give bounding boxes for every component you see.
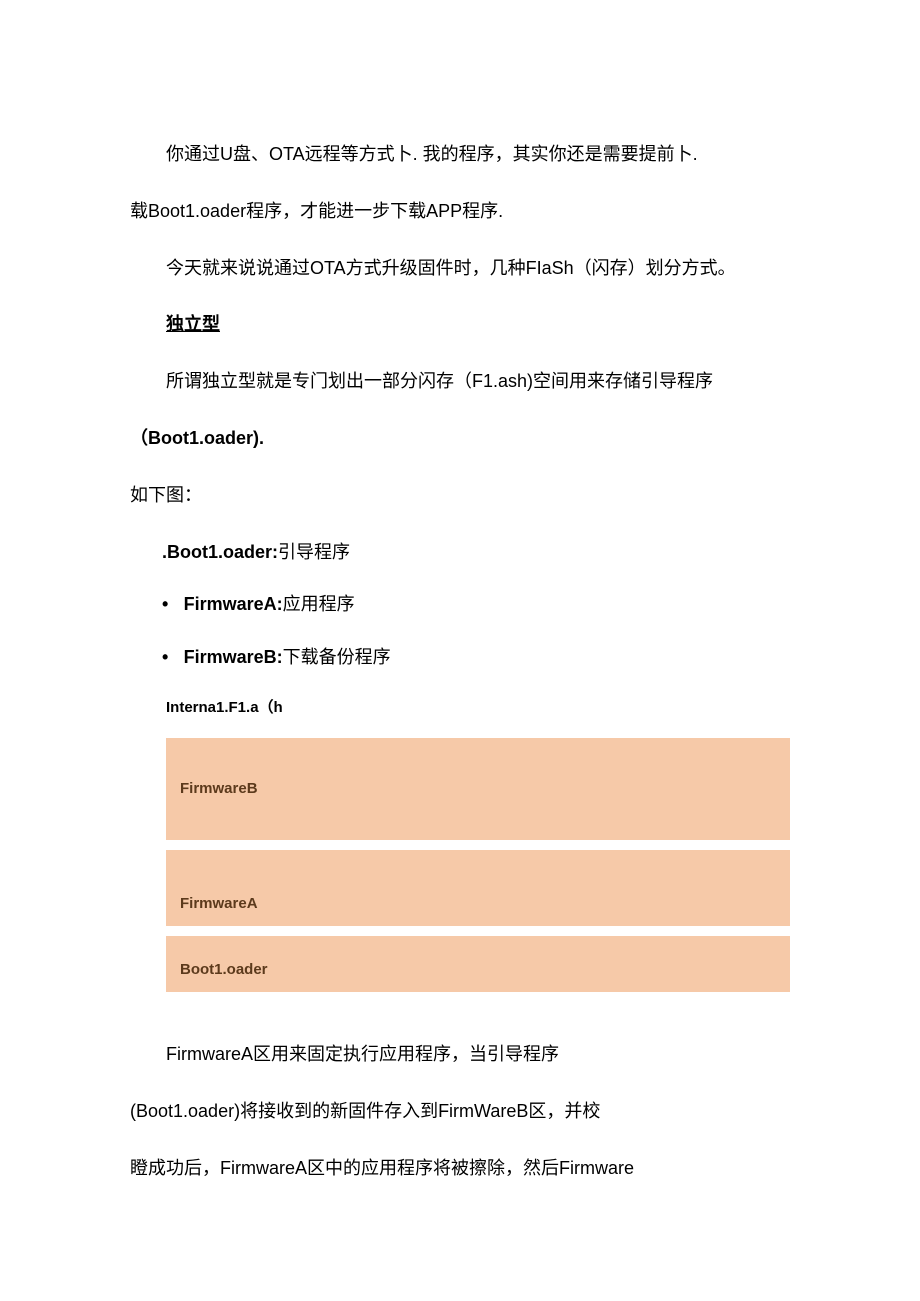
paragraph-3-line-1: 所谓独立型就是专门划出一部分闪存（F1.ash)空间用来存储引导程序 — [130, 367, 790, 396]
bullet-icon: • — [162, 590, 184, 619]
text-run: （Boot1.oader). — [130, 428, 264, 448]
list-item-bootloader: .Boot1.oader:引导程序 — [162, 538, 790, 567]
text-run: 瞪成功后，FirmwareA区中的应用程序将被擦除，然后Firmware — [130, 1158, 634, 1178]
text-run: 如下图： — [130, 485, 202, 505]
bullet-list: .Boot1.oader:引导程序 •FirmwareA:应用程序 •Firmw… — [162, 538, 790, 672]
bullet-icon: • — [162, 643, 184, 672]
flash-bar-bootloader: Boot1.oader — [166, 936, 790, 992]
text-run: (Boot1.oader)将接收到的新固件存入到FirmWareB区，并校 — [130, 1101, 600, 1121]
flash-bar-label: FirmwareA — [180, 892, 258, 916]
paragraph-2: 今天就来说说通过OTA方式升级固件时，几种FIaSh（闪存）划分方式。 — [130, 254, 790, 283]
text-run: 所谓独立型就是专门划出一部分闪存（F1.ash)空间用来存储引导程序 — [166, 371, 713, 391]
list-item-text: 应用程序 — [283, 594, 355, 614]
list-item-text: 下载备份程序 — [283, 647, 391, 667]
paragraph-3-line-2: （Boot1.oader). — [130, 424, 790, 453]
paragraph-1-line-1: 你通过U盘、OTA远程等方式卜. 我的程序，其实你还是需要提前卜. — [130, 140, 790, 169]
flash-bar-label: Boot1.oader — [180, 958, 268, 982]
flash-bar-firmware-b: FirmwareB — [166, 738, 790, 840]
text-run: 你通过U盘、OTA远程等方式卜. 我的程序，其实你还是需要提前卜. — [166, 144, 698, 164]
list-item-firmware-b: •FirmwareB:下载备份程序 — [162, 643, 790, 672]
flash-bar-firmware-a: FirmwareA — [166, 850, 790, 926]
diagram-title-text: Interna1.F1.a（h — [166, 699, 283, 716]
paragraph-4: 如下图： — [130, 481, 790, 510]
flash-bar-label: FirmwareB — [180, 777, 258, 801]
text-run: 今天就来说说通过OTA方式升级固件时，几种FIaSh（闪存）划分方式。 — [166, 258, 736, 278]
text-run: 载Boot1.oader程序，才能进一步下载APP程序. — [130, 201, 503, 221]
text-run: FirmwareA区用来固定执行应用程序，当引导程序 — [166, 1044, 559, 1064]
paragraph-5-line-3: 瞪成功后，FirmwareA区中的应用程序将被擦除，然后Firmware — [130, 1154, 790, 1183]
list-item-label: FirmwareB: — [184, 647, 283, 667]
list-item-label: .Boot1.oader: — [162, 542, 278, 562]
heading-text: 独立型 — [166, 314, 220, 334]
paragraph-1-line-2: 载Boot1.oader程序，才能进一步下载APP程序. — [130, 197, 790, 226]
paragraph-5-line-2: (Boot1.oader)将接收到的新固件存入到FirmWareB区，并校 — [130, 1097, 790, 1126]
paragraph-5-line-1: FirmwareA区用来固定执行应用程序，当引导程序 — [130, 1040, 790, 1069]
list-item-text: 引导程序 — [278, 542, 350, 562]
list-item-label: FirmwareA: — [184, 594, 283, 614]
flash-diagram-title: Interna1.F1.a（h — [166, 696, 790, 720]
heading-independent: 独立型 — [166, 310, 790, 339]
list-item-firmware-a: •FirmwareA:应用程序 — [162, 590, 790, 619]
